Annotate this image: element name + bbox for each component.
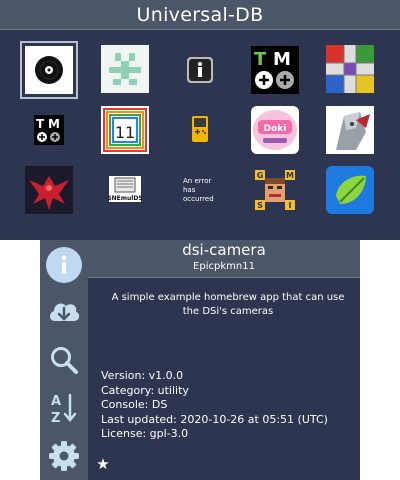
app-info-header: dsi-camera Epicpkmn11 xyxy=(88,240,360,278)
sidebar-settings-tab[interactable] xyxy=(40,432,88,480)
grid-item-rainbow-calendar[interactable]: 11 xyxy=(101,106,149,154)
snemulds-label: SNEmulDS xyxy=(107,195,142,202)
app-version: Version: v1.0.0 xyxy=(101,369,184,382)
info-tab-highlight xyxy=(46,247,82,283)
app-title: dsi-camera xyxy=(182,241,266,259)
settings-gear-tab-icon xyxy=(49,441,79,471)
pixel-face-puzzle-icon: G M S I xyxy=(255,170,295,210)
svg-text:T: T xyxy=(254,49,267,70)
grid-item-gameboy-color[interactable] xyxy=(176,106,224,154)
bottom-screen: A Z dsi-camera Epicpkmn11 A simple examp… xyxy=(40,240,360,480)
red-phoenix-icon xyxy=(25,166,73,214)
app-description: A simple example homebrew app that can u… xyxy=(111,292,345,317)
grid-item-tm-plus-small[interactable]: T M xyxy=(25,106,73,154)
app-author: Epicpkmn11 xyxy=(193,261,255,272)
svg-text:M: M xyxy=(286,171,294,180)
svg-text:G: G xyxy=(257,171,264,180)
green-pixel-glyph-icon xyxy=(101,45,149,93)
grid-item-ludo-board[interactable] xyxy=(326,45,374,93)
grid-item-snemulds[interactable]: SNEmulDS xyxy=(101,166,149,214)
ludo-board-icon xyxy=(326,45,374,93)
download-cloud-tab-icon xyxy=(49,303,80,321)
grid-item-red-phoenix[interactable] xyxy=(25,166,73,214)
leaf-app-icon xyxy=(326,166,374,214)
grid-item-anime-logo[interactable]: Doki xyxy=(251,106,299,154)
title-bar: Universal-DB xyxy=(0,0,400,30)
svg-text:A: A xyxy=(51,394,61,409)
app-store-title: Universal-DB xyxy=(136,3,264,26)
grid-item-pixel-face-puzzle[interactable]: G M S I xyxy=(251,166,299,214)
info-tab-icon xyxy=(61,255,67,274)
svg-text:Z: Z xyxy=(51,411,60,425)
app-last-updated: Last updated: 2020-10-26 at 05:51 (UTC) xyxy=(101,412,328,426)
svg-text:M: M xyxy=(273,49,291,70)
svg-text:S: S xyxy=(257,201,263,210)
sidebar-sort-tab[interactable]: A Z xyxy=(40,384,88,432)
svg-text:I: I xyxy=(289,201,292,210)
grid-item-error-placeholder[interactable]: An error has occurred xyxy=(176,166,224,214)
sidebar-download-tab[interactable] xyxy=(40,288,88,336)
tm-plus-small-icon: T M xyxy=(34,115,64,145)
star-icon[interactable]: ★ xyxy=(94,455,112,473)
snemulds-icon: SNEmulDS xyxy=(107,176,143,202)
svg-text:T: T xyxy=(36,117,45,131)
grid-item-tm-plus[interactable]: T M xyxy=(251,46,299,94)
grid-item-info-box[interactable] xyxy=(176,46,224,94)
error-placeholder-text: An error has occurred xyxy=(183,176,214,203)
app-license: License: gpl-3.0 xyxy=(101,427,189,440)
grid-item-leaf-app[interactable] xyxy=(326,166,374,214)
top-screen: Universal-DB T M T M 11 Doki SNEmulDS An… xyxy=(0,0,400,240)
vinyl-disc-icon xyxy=(25,46,73,94)
svg-text:Doki: Doki xyxy=(264,124,287,134)
search-tab-icon xyxy=(51,347,78,374)
app-console: Console: DS xyxy=(101,398,168,411)
svg-text:11: 11 xyxy=(115,123,135,142)
grid-item-vinyl-disc[interactable] xyxy=(20,41,78,99)
grid-item-green-glyph[interactable] xyxy=(101,45,149,93)
info-box-icon xyxy=(187,57,213,83)
anime-logo-icon: Doki xyxy=(251,106,299,154)
gameboy-color-icon xyxy=(192,116,208,142)
sort-az-tab-icon: A Z xyxy=(51,393,77,425)
sidebar-info-tab[interactable] xyxy=(40,241,88,289)
sidebar: A Z xyxy=(40,240,88,480)
app-category: Category: utility xyxy=(101,383,189,397)
armored-knight-icon xyxy=(326,106,374,154)
app-details: Version: v1.0.0 Category: utility Consol… xyxy=(101,369,360,442)
rainbow-calendar-icon: 11 xyxy=(101,106,149,154)
tm-plus-icon: T M xyxy=(251,46,299,94)
svg-text:M: M xyxy=(48,117,60,131)
grid-item-armored-knight[interactable] xyxy=(326,106,374,154)
sidebar-search-tab[interactable] xyxy=(40,336,88,384)
